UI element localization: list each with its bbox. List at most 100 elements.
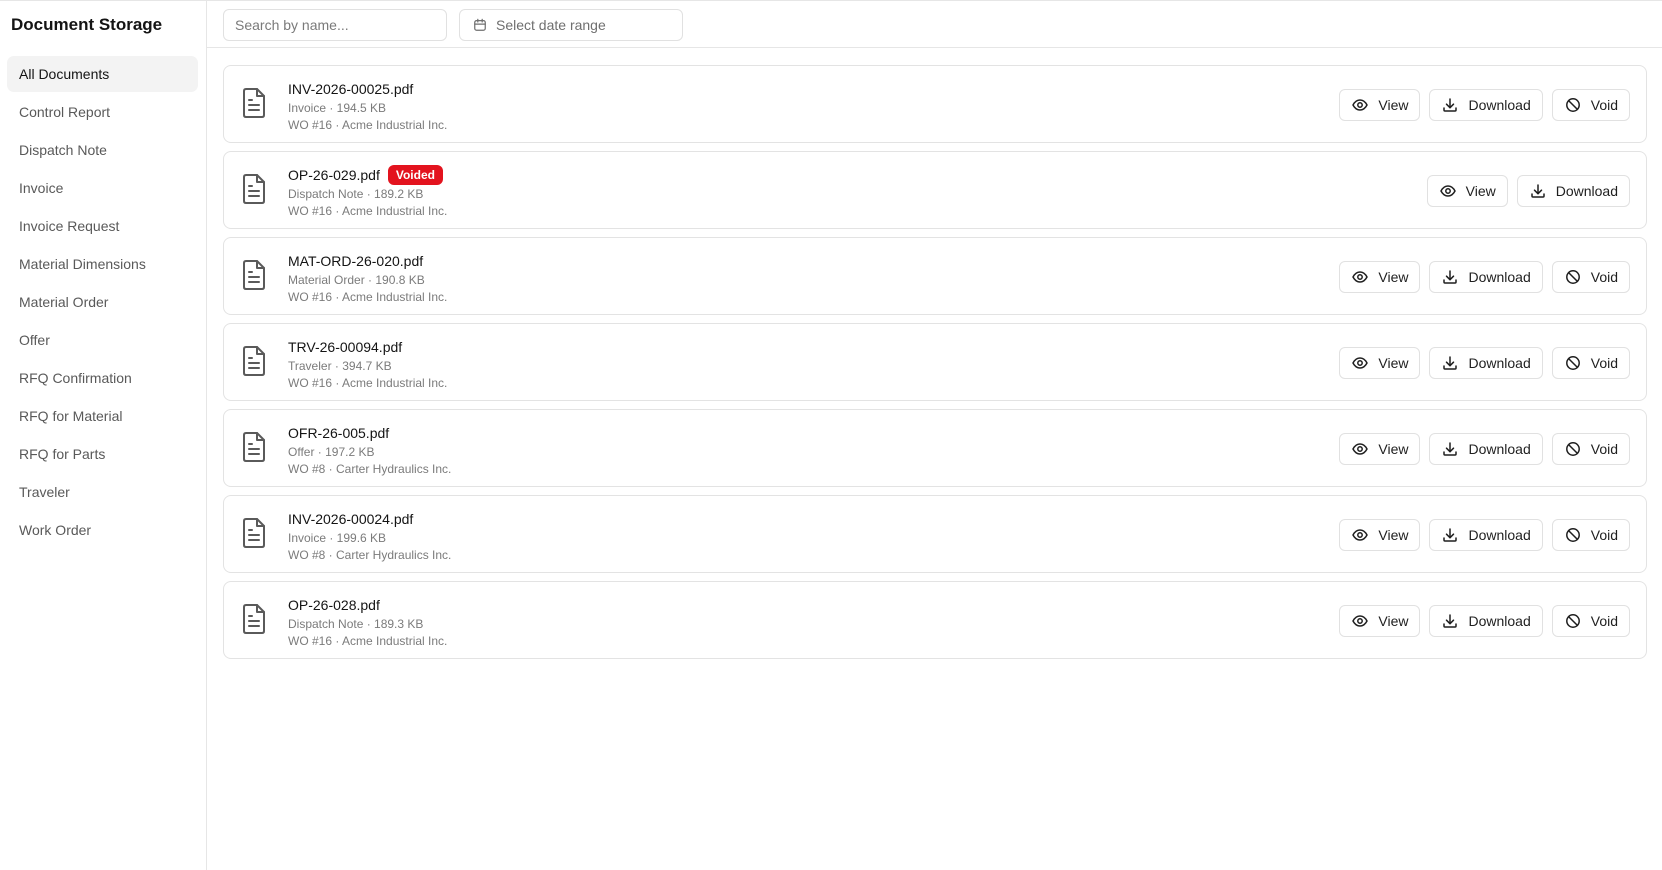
sidebar-item-work-order[interactable]: Work Order — [7, 512, 198, 548]
download-button[interactable]: Download — [1429, 433, 1543, 465]
document-card: OP-26-028.pdf Dispatch Note · 189.3 KB W… — [223, 581, 1647, 659]
toolbar: Select date range — [207, 1, 1662, 48]
sidebar-item-material-order[interactable]: Material Order — [7, 284, 198, 320]
download-icon — [1443, 270, 1458, 284]
document-actions: View Download Void — [1339, 433, 1630, 465]
sidebar-item-rfq-for-material[interactable]: RFQ for Material — [7, 398, 198, 434]
download-button[interactable]: Download — [1516, 175, 1630, 207]
document-card: MAT-ORD-26-020.pdf Material Order · 190.… — [223, 237, 1647, 315]
void-label: Void — [1590, 355, 1618, 371]
void-button[interactable]: Void — [1551, 347, 1630, 379]
download-label: Download — [1468, 97, 1531, 113]
sidebar-nav: All Documents Control Report Dispatch No… — [7, 56, 198, 550]
document-context: WO #16 · Acme Industrial Inc. — [288, 204, 448, 218]
sidebar-item-invoice[interactable]: Invoice — [7, 170, 198, 206]
document-actions: View Download Void — [1339, 89, 1630, 121]
sidebar-item-control-report[interactable]: Control Report — [7, 94, 198, 130]
file-text-icon — [243, 518, 265, 548]
eye-icon — [1352, 271, 1369, 283]
download-label: Download — [1468, 355, 1531, 371]
void-button[interactable]: Void — [1551, 89, 1630, 121]
view-button[interactable]: View — [1339, 89, 1421, 121]
document-name: OP-26-029.pdf — [288, 167, 380, 183]
view-label: View — [1378, 441, 1409, 457]
document-context: WO #8 · Carter Hydraulics Inc. — [288, 548, 452, 562]
void-label: Void — [1590, 441, 1618, 457]
sidebar-item-rfq-confirmation[interactable]: RFQ Confirmation — [7, 360, 198, 396]
document-type-size: Material Order · 190.8 KB — [288, 273, 425, 287]
document-info: TRV-26-00094.pdf Traveler · 394.7 KB WO … — [288, 337, 447, 391]
view-label: View — [1465, 183, 1496, 199]
ban-icon — [1565, 98, 1580, 112]
download-button[interactable]: Download — [1429, 347, 1543, 379]
sidebar-item-label: Dispatch Note — [19, 142, 107, 158]
document-name: OP-26-028.pdf — [288, 597, 380, 613]
view-button[interactable]: View — [1339, 261, 1421, 293]
download-label: Download — [1468, 269, 1531, 285]
sidebar-item-dispatch-note[interactable]: Dispatch Note — [7, 132, 198, 168]
document-name: INV-2026-00024.pdf — [288, 511, 414, 527]
download-button[interactable]: Download — [1429, 89, 1543, 121]
download-label: Download — [1468, 527, 1531, 543]
sidebar-item-offer[interactable]: Offer — [7, 322, 198, 358]
view-button[interactable]: View — [1426, 175, 1508, 207]
view-button[interactable]: View — [1339, 519, 1421, 551]
document-type-size: Traveler · 394.7 KB — [288, 359, 392, 373]
document-card: OFR-26-005.pdf Offer · 197.2 KB WO #8 · … — [223, 409, 1647, 487]
sidebar-item-invoice-request[interactable]: Invoice Request — [7, 208, 198, 244]
sidebar-item-label: Offer — [19, 332, 50, 348]
sidebar-item-label: Invoice — [19, 180, 64, 196]
date-range-picker[interactable]: Select date range — [459, 9, 683, 41]
download-icon — [1530, 184, 1545, 198]
document-context: WO #8 · Carter Hydraulics Inc. — [288, 462, 452, 476]
download-icon — [1443, 356, 1458, 370]
view-button[interactable]: View — [1339, 605, 1421, 637]
document-card: OP-26-029.pdf Voided Dispatch Note · 189… — [223, 151, 1647, 229]
download-icon — [1443, 442, 1458, 456]
document-actions: View Download Void — [1339, 347, 1630, 379]
void-label: Void — [1590, 269, 1618, 285]
document-info: INV-2026-00025.pdf Invoice · 194.5 KB WO… — [288, 79, 447, 133]
eye-icon — [1352, 615, 1369, 627]
ban-icon — [1565, 270, 1580, 284]
download-label: Download — [1555, 183, 1618, 199]
sidebar-item-label: Work Order — [19, 522, 92, 538]
view-label: View — [1378, 613, 1409, 629]
view-button[interactable]: View — [1339, 347, 1421, 379]
file-text-icon — [243, 346, 265, 376]
download-button[interactable]: Download — [1429, 519, 1543, 551]
download-label: Download — [1468, 441, 1531, 457]
sidebar-item-label: Material Order — [19, 294, 109, 310]
void-label: Void — [1590, 527, 1618, 543]
sidebar-item-material-dimensions[interactable]: Material Dimensions — [7, 246, 198, 282]
document-actions: View Download Void — [1339, 605, 1630, 637]
document-type-size: Invoice · 199.6 KB — [288, 531, 387, 545]
document-type-size: Invoice · 194.5 KB — [288, 101, 387, 115]
view-label: View — [1378, 269, 1409, 285]
sidebar-item-all-documents[interactable]: All Documents — [7, 56, 198, 92]
void-button[interactable]: Void — [1551, 605, 1630, 637]
void-button[interactable]: Void — [1551, 433, 1630, 465]
eye-icon — [1352, 99, 1369, 111]
ban-icon — [1565, 442, 1580, 456]
void-button[interactable]: Void — [1551, 261, 1630, 293]
download-button[interactable]: Download — [1429, 605, 1543, 637]
void-button[interactable]: Void — [1551, 519, 1630, 551]
document-context: WO #16 · Acme Industrial Inc. — [288, 118, 448, 132]
sidebar-item-label: All Documents — [19, 66, 110, 82]
ban-icon — [1565, 356, 1580, 370]
ban-icon — [1565, 528, 1580, 542]
download-button[interactable]: Download — [1429, 261, 1543, 293]
sidebar-item-label: RFQ Confirmation — [19, 370, 132, 386]
sidebar-item-label: RFQ for Parts — [19, 446, 106, 462]
sidebar-item-label: RFQ for Material — [19, 408, 123, 424]
void-label: Void — [1590, 97, 1618, 113]
view-button[interactable]: View — [1339, 433, 1421, 465]
sidebar-item-traveler[interactable]: Traveler — [7, 474, 198, 510]
sidebar-item-label: Invoice Request — [19, 218, 120, 234]
sidebar-item-rfq-for-parts[interactable]: RFQ for Parts — [7, 436, 198, 472]
calendar-icon — [474, 18, 486, 31]
document-info: MAT-ORD-26-020.pdf Material Order · 190.… — [288, 251, 447, 305]
search-input[interactable] — [223, 9, 447, 41]
sidebar: Document Storage All Documents Control R… — [0, 1, 207, 870]
